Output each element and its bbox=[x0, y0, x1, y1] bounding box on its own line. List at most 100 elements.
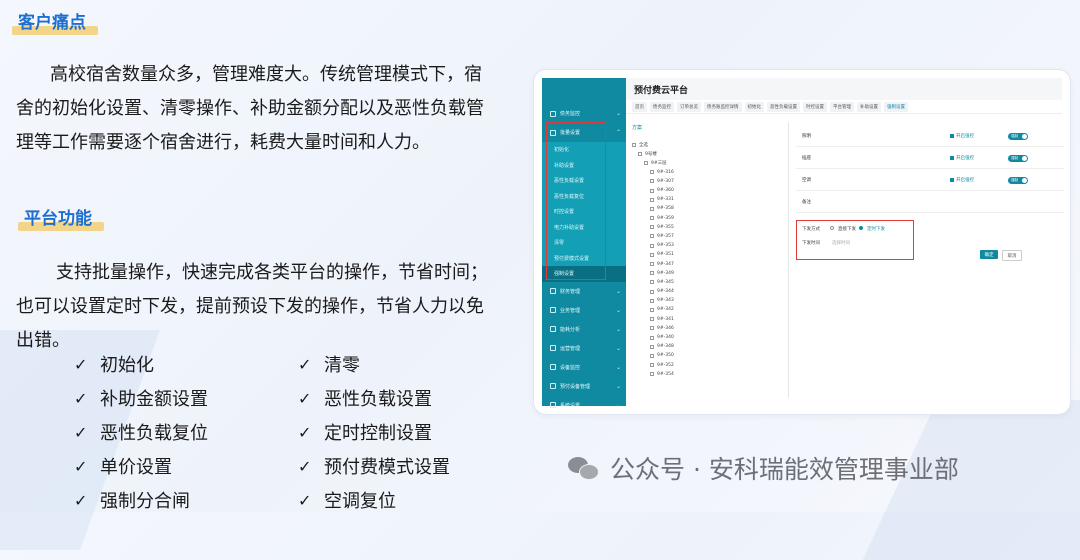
force-toggle[interactable]: 强制 bbox=[1008, 132, 1028, 140]
tree-room[interactable]: 9#-349 bbox=[632, 269, 782, 278]
checkbox[interactable] bbox=[650, 271, 654, 276]
tree-room[interactable]: 9#-347 bbox=[632, 259, 782, 268]
tree-room[interactable]: 9#-346 bbox=[632, 324, 782, 333]
tree-room[interactable]: 9#-307 bbox=[632, 177, 782, 186]
pain-paragraph: 高校宿舍数量众多，管理难度大。传统管理模式下，宿 舍的初始化设置、清零操作、补助… bbox=[16, 58, 516, 160]
tab[interactable]: 平台管理 bbox=[830, 101, 854, 112]
checkbox[interactable] bbox=[650, 335, 654, 340]
checkbox[interactable] bbox=[650, 262, 654, 267]
tree-room[interactable]: 9#-341 bbox=[632, 315, 782, 324]
func-paragraph: 支持批量操作，快速完成各类平台的操作，节省时间； 也可以设置定时下发，提前预设下… bbox=[16, 256, 526, 358]
tree-room[interactable]: 9#-343 bbox=[632, 296, 782, 305]
tree-room[interactable]: 9#-345 bbox=[632, 278, 782, 287]
tab[interactable]: 恶性负载设置 bbox=[767, 101, 800, 112]
checkbox-checked[interactable] bbox=[950, 156, 954, 160]
force-toggle[interactable]: 强制 bbox=[1008, 154, 1028, 162]
checkbox[interactable] bbox=[650, 289, 654, 294]
checkbox[interactable] bbox=[650, 216, 654, 221]
cancel-button[interactable]: 取消 bbox=[1002, 250, 1022, 261]
tree-room[interactable]: 9#-354 bbox=[632, 370, 782, 379]
tree-select-all[interactable]: 全选 bbox=[632, 140, 782, 149]
tree-room[interactable]: 9#-316 bbox=[632, 168, 782, 177]
func-line: 也可以设置定时下发，提前预设下发的操作，节省人力以免 bbox=[16, 296, 484, 317]
sidebar-item-debt-monitor[interactable]: 债务监控 ⌄ bbox=[542, 104, 626, 123]
tab-active[interactable]: 强制设置 bbox=[884, 101, 908, 112]
checkbox[interactable] bbox=[650, 363, 654, 368]
sidebar-item-operation[interactable]: 运营管理 ⌄ bbox=[542, 339, 626, 358]
sidebar-item-label: 设备监控 bbox=[560, 364, 581, 371]
tree-room[interactable]: 9#-351 bbox=[632, 250, 782, 259]
checkbox[interactable] bbox=[632, 142, 636, 147]
tree-room[interactable]: 9#-340 bbox=[632, 333, 782, 342]
tree-building[interactable]: 9号楼 bbox=[632, 149, 782, 158]
tree-label: 9#-316 bbox=[657, 169, 674, 175]
tab[interactable]: 订单总览 bbox=[677, 101, 701, 112]
sidebar-item-finance[interactable]: 财务管理 ⌄ bbox=[542, 282, 626, 301]
tree-room[interactable]: 9#-358 bbox=[632, 204, 782, 213]
room-tree: 全选 9号楼 9#三层 9#-316 9#-307 9#-360 9#-331 9#-3… bbox=[632, 140, 782, 379]
tree-room[interactable]: 9#-359 bbox=[632, 214, 782, 223]
watermark-text: 公众号 · 安科瑞能效管理事业部 bbox=[610, 455, 959, 484]
sidebar-item-prepaid-device[interactable]: 预付设备管理 ⌄ bbox=[542, 377, 626, 396]
feature-item: ✓ 定时控制设置 bbox=[298, 419, 432, 445]
tree-room[interactable]: 9#-348 bbox=[632, 342, 782, 351]
remark-row[interactable]: 备注 bbox=[796, 192, 1064, 213]
sidebar-item-device-monitor[interactable]: 设备监控 ⌄ bbox=[542, 358, 626, 377]
checkbox[interactable] bbox=[650, 225, 654, 230]
checkbox[interactable] bbox=[650, 206, 654, 211]
force-toggle[interactable]: 强制 bbox=[1008, 176, 1028, 184]
checkbox[interactable] bbox=[650, 326, 654, 331]
checkbox[interactable] bbox=[650, 243, 654, 248]
feature-item: ✓ 强制分合闸 bbox=[74, 487, 190, 513]
tree-room[interactable]: 9#-344 bbox=[632, 287, 782, 296]
checkbox[interactable] bbox=[650, 298, 654, 303]
sidebar-item-system[interactable]: 系统设置 ⌄ bbox=[542, 396, 626, 415]
tree-label: 9#-342 bbox=[657, 307, 674, 313]
tree-room[interactable]: 9#-357 bbox=[632, 232, 782, 241]
tree-floor[interactable]: 9#三层 bbox=[632, 158, 782, 167]
tab[interactable]: 债务账监控详情 bbox=[704, 101, 742, 112]
toggle-label: 强制 bbox=[1011, 155, 1018, 160]
confirm-button[interactable]: 确定 bbox=[980, 250, 998, 259]
remark-label: 备注 bbox=[802, 200, 811, 205]
checkbox-checked[interactable] bbox=[950, 178, 954, 182]
checkbox[interactable] bbox=[650, 197, 654, 202]
sidebar-item-business[interactable]: 业务管理 ⌄ bbox=[542, 301, 626, 320]
checkbox[interactable] bbox=[650, 317, 654, 322]
sidebar-item-energy[interactable]: 能耗分析 ⌄ bbox=[542, 320, 626, 339]
mode-label: 插座 bbox=[802, 156, 811, 161]
checkbox[interactable] bbox=[650, 252, 654, 257]
tab[interactable]: 初始化 bbox=[744, 101, 764, 112]
mode-label: 照明 bbox=[802, 134, 811, 139]
checkbox[interactable] bbox=[650, 353, 654, 358]
tree-room[interactable]: 9#-331 bbox=[632, 195, 782, 204]
tab[interactable]: 补助设置 bbox=[857, 101, 881, 112]
tree-label: 9#-346 bbox=[657, 325, 674, 331]
checkbox[interactable] bbox=[650, 188, 654, 193]
tree-room[interactable]: 9#-342 bbox=[632, 305, 782, 314]
checkbox-checked[interactable] bbox=[950, 134, 954, 138]
checkbox[interactable] bbox=[650, 170, 654, 175]
feature-item: ✓ 恶性负载复位 bbox=[74, 419, 208, 445]
checkbox[interactable] bbox=[650, 234, 654, 239]
tree-room[interactable]: 9#-360 bbox=[632, 186, 782, 195]
tab[interactable]: 债务监控 bbox=[650, 101, 674, 112]
tree-room[interactable]: 9#-352 bbox=[632, 361, 782, 370]
checkbox[interactable] bbox=[650, 372, 654, 377]
tab[interactable]: 首页 bbox=[632, 101, 647, 112]
tree-room[interactable]: 9#-355 bbox=[632, 223, 782, 232]
checkbox[interactable] bbox=[638, 151, 642, 156]
checkbox[interactable] bbox=[644, 160, 648, 165]
tree-label: 9号楼 bbox=[645, 151, 657, 157]
checkbox[interactable] bbox=[650, 344, 654, 349]
tab[interactable]: 时控设置 bbox=[803, 101, 827, 112]
checkbox[interactable] bbox=[650, 280, 654, 285]
highlight-box-sidebar bbox=[546, 122, 606, 280]
tree-room[interactable]: 9#-350 bbox=[632, 351, 782, 360]
sidebar-item-label: 系统设置 bbox=[560, 402, 581, 409]
checkbox[interactable] bbox=[650, 179, 654, 184]
room-list: 9#-316 9#-307 9#-360 9#-331 9#-358 9#-359 9#-3… bbox=[632, 168, 782, 379]
sidebar-item-label: 预付设备管理 bbox=[560, 383, 591, 390]
tree-room[interactable]: 9#-353 bbox=[632, 241, 782, 250]
checkbox[interactable] bbox=[650, 307, 654, 312]
